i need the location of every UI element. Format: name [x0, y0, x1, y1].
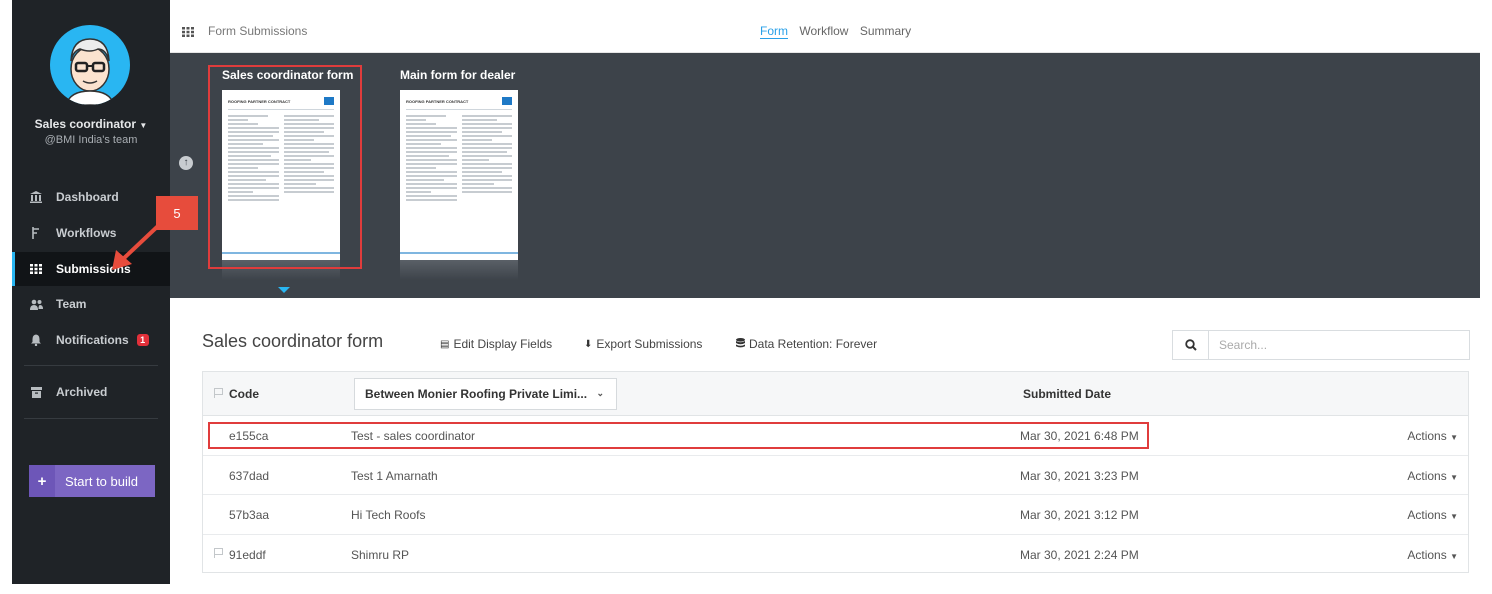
start-to-build-label: Start to build	[65, 473, 138, 489]
user-team: @BMI India's team	[44, 134, 138, 146]
row-name: Test - sales coordinator	[351, 429, 476, 443]
column-header-code[interactable]: Code	[229, 387, 259, 401]
start-to-build-button[interactable]: + Start to build	[29, 465, 155, 497]
row-date: Mar 30, 2021 3:23 PM	[1020, 468, 1139, 483]
grid-icon	[28, 264, 44, 274]
edit-display-fields-button[interactable]: ▤ Edit Display Fields	[440, 337, 552, 351]
row-code: 637dad	[229, 468, 270, 483]
row-date: Mar 30, 2021 3:12 PM	[1020, 508, 1139, 522]
row-name: Shimru RP	[351, 547, 410, 562]
logo-icon	[502, 97, 512, 105]
tab-form[interactable]: Form	[760, 24, 788, 39]
search-input[interactable]	[1209, 331, 1469, 359]
top-bar: Form Submissions Form Workflow Summary	[170, 0, 1480, 53]
form-selector-strip: ↑ Sales coordinator form ROOFING PARTNER…	[170, 53, 1480, 298]
sidebar-item-notifications[interactable]: Notifications 1	[12, 323, 170, 357]
flag-icon[interactable]	[214, 547, 223, 558]
annotation-arrow-icon	[112, 224, 160, 270]
row-code: e155ca	[229, 429, 269, 443]
row-actions-dropdown[interactable]: Actions ▼	[1407, 508, 1458, 522]
sidebar: Sales coordinator ▼ @BMI India's team Da…	[12, 0, 170, 584]
selected-indicator-icon	[278, 287, 290, 293]
grid-icon	[182, 26, 194, 40]
form-title: Main form for dealer	[400, 68, 516, 82]
tab-summary[interactable]: Summary	[860, 24, 911, 38]
user-avatar[interactable]	[50, 25, 130, 105]
user-name-dropdown[interactable]: Sales coordinator ▼	[12, 117, 170, 131]
download-icon: ⬇	[584, 338, 593, 350]
row-actions-label: Actions	[1407, 547, 1447, 562]
caret-down-icon: ▼	[1450, 551, 1458, 561]
archive-icon	[28, 386, 44, 398]
sidebar-divider	[24, 418, 158, 419]
data-retention-button[interactable]: Data Retention: Forever	[736, 337, 877, 351]
selected-form-highlight	[208, 65, 362, 269]
bank-icon	[28, 191, 44, 203]
sidebar-item-team[interactable]: Team	[12, 287, 170, 321]
row-actions-dropdown[interactable]: Actions ▼	[1407, 469, 1458, 483]
row-name: Test 1 Amarnath	[351, 468, 438, 483]
list-icon: ▤	[440, 338, 450, 350]
sidebar-item-label: Team	[56, 297, 87, 311]
bell-icon	[28, 334, 44, 346]
sidebar-item-label: Archived	[56, 385, 108, 399]
row-actions-label: Actions	[1407, 468, 1447, 483]
row-date: Mar 30, 2021 6:48 PM	[1020, 429, 1139, 443]
edit-display-fields-label: Edit Display Fields	[453, 337, 553, 351]
export-submissions-button[interactable]: ⬇ Export Submissions	[584, 337, 702, 351]
tab-workflow[interactable]: Workflow	[799, 24, 848, 38]
sidebar-item-dashboard[interactable]: Dashboard	[12, 180, 170, 214]
user-name: Sales coordinator	[34, 117, 137, 131]
column-header-submitted-date[interactable]: Submitted Date	[1023, 387, 1111, 401]
flag-icon[interactable]	[214, 388, 223, 398]
row-actions-label: Actions	[1407, 429, 1447, 443]
step-annotation: 5	[156, 196, 198, 230]
row-actions-dropdown[interactable]: Actions ▼	[1407, 429, 1458, 443]
row-name: Hi Tech Roofs	[351, 508, 426, 522]
table-row[interactable]: e155ca Test - sales coordinator Mar 30, …	[203, 416, 1468, 456]
caret-down-icon: ▼	[139, 121, 148, 130]
sidebar-item-archived[interactable]: Archived	[12, 375, 170, 409]
export-submissions-label: Export Submissions	[596, 337, 703, 351]
row-code: 91eddf	[229, 547, 266, 562]
form-thumbnail[interactable]: ROOFING PARTNER CONTRACT	[400, 90, 518, 260]
doc-title: ROOFING PARTNER CONTRACT	[406, 98, 469, 104]
caret-down-icon: ▼	[1450, 472, 1458, 482]
data-retention-label: Data Retention: Forever	[749, 337, 878, 351]
upload-icon[interactable]: ↑	[179, 156, 193, 170]
sidebar-item-label: Notifications	[56, 333, 129, 347]
search-button[interactable]	[1173, 331, 1209, 359]
table-row[interactable]: 57b3aa Hi Tech Roofs Mar 30, 2021 3:12 P…	[203, 495, 1468, 535]
search-icon	[1184, 339, 1197, 351]
submissions-table: Code Between Monier Roofing Private Limi…	[202, 371, 1469, 573]
table-row[interactable]: 91eddf Shimru RP Mar 30, 2021 2:24 PM Ac…	[203, 535, 1468, 575]
row-date: Mar 30, 2021 2:24 PM	[1020, 547, 1139, 562]
database-icon	[736, 337, 745, 351]
breadcrumb: Form Submissions	[208, 24, 308, 38]
workflow-icon	[28, 227, 44, 239]
table-row[interactable]: 637dad Test 1 Amarnath Mar 30, 2021 3:23…	[203, 456, 1468, 495]
users-icon	[28, 299, 44, 310]
caret-down-icon: ▼	[1450, 433, 1458, 442]
row-code: 57b3aa	[229, 508, 270, 522]
display-field-value: Between Monier Roofing Private Limi...	[365, 387, 588, 401]
sidebar-item-label: Dashboard	[56, 190, 119, 204]
display-field-select[interactable]: Between Monier Roofing Private Limi... ⌄	[354, 378, 617, 410]
notification-badge: 1	[136, 334, 149, 346]
chevron-down-icon: ⌄	[596, 388, 604, 398]
search-box	[1172, 330, 1470, 360]
row-actions-label: Actions	[1407, 508, 1447, 522]
view-tabs: Form Workflow Summary	[760, 24, 919, 39]
thumbnail-reflection	[400, 260, 518, 280]
sidebar-divider	[24, 365, 158, 366]
row-actions-dropdown[interactable]: Actions ▼	[1407, 548, 1458, 562]
submissions-form-title: Sales coordinator form	[202, 331, 384, 351]
caret-down-icon: ▼	[1450, 512, 1458, 521]
table-header: Code Between Monier Roofing Private Limi…	[203, 372, 1468, 416]
plus-icon: +	[29, 465, 55, 497]
